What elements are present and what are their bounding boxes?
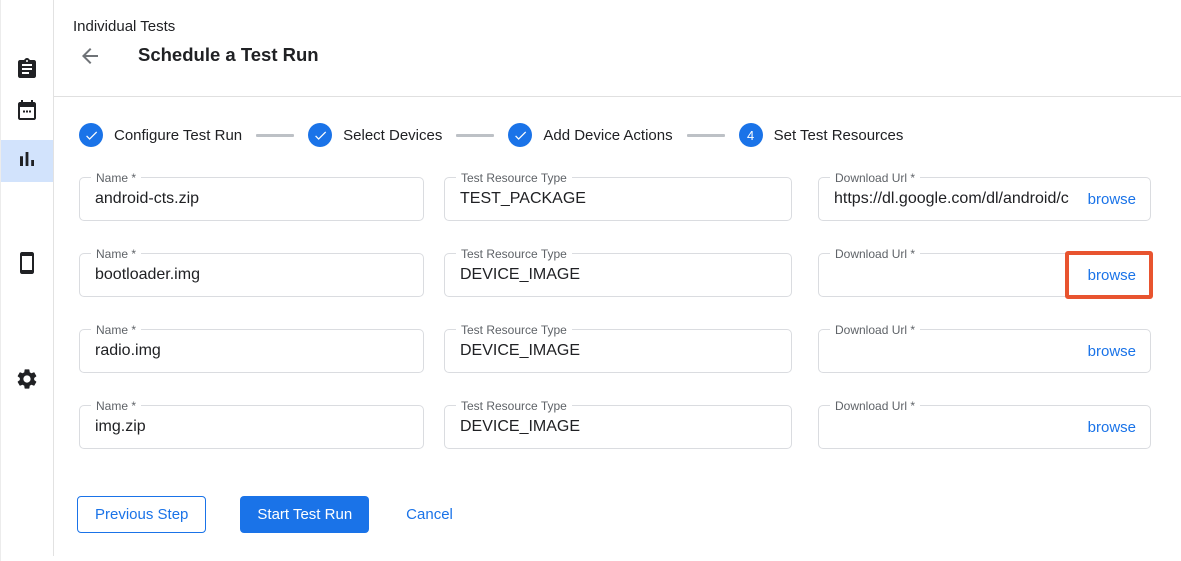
sidebar-item-test-plans[interactable] [1, 91, 53, 133]
step-label: Add Device Actions [543, 127, 672, 144]
name-field-value: bootloader.img [80, 266, 200, 284]
start-test-run-button[interactable]: Start Test Run [240, 496, 369, 533]
resource-type-field[interactable]: Test Resource Type DEVICE_IMAGE [444, 329, 792, 373]
download-url-label: Download Url * [830, 323, 920, 337]
browse-link[interactable]: browse [1088, 267, 1136, 284]
step-complete-check-icon [79, 123, 103, 147]
calendar-icon [15, 98, 39, 127]
sidebar [1, 0, 54, 556]
download-url-label: Download Url * [830, 247, 920, 261]
resource-type-label: Test Resource Type [456, 247, 572, 261]
resource-type-label: Test Resource Type [456, 323, 572, 337]
resource-type-value: DEVICE_IMAGE [445, 266, 580, 284]
smartphone-icon [15, 251, 39, 280]
step-number-badge: 4 [739, 123, 763, 147]
sidebar-item-settings[interactable] [1, 360, 53, 402]
cancel-button[interactable]: Cancel [406, 506, 453, 523]
step-select-devices[interactable]: Select Devices [308, 123, 442, 147]
sidebar-item-test-runs[interactable] [1, 140, 53, 182]
test-resources-form: Name * android-cts.zip Test Resource Typ… [79, 177, 1151, 449]
resource-type-field[interactable]: Test Resource Type TEST_PACKAGE [444, 177, 792, 221]
name-field[interactable]: Name * radio.img [79, 329, 424, 373]
download-url-field[interactable]: Download Url * browse [818, 405, 1151, 449]
step-connector [687, 134, 725, 137]
browse-link[interactable]: browse [1088, 419, 1136, 436]
breadcrumb: Individual Tests [73, 18, 175, 35]
arrow-back-icon [78, 55, 102, 72]
name-field-value: android-cts.zip [80, 190, 199, 208]
stepper: Configure Test Run Select Devices Add De… [79, 123, 903, 147]
resource-type-value: TEST_PACKAGE [445, 190, 586, 208]
name-field-value: radio.img [80, 342, 161, 360]
download-url-label: Download Url * [830, 399, 920, 413]
page-title: Schedule a Test Run [138, 44, 319, 66]
step-add-device-actions[interactable]: Add Device Actions [508, 123, 672, 147]
name-field[interactable]: Name * bootloader.img [79, 253, 424, 297]
header-divider [54, 96, 1181, 97]
step-complete-check-icon [308, 123, 332, 147]
sidebar-item-tests[interactable] [1, 50, 53, 92]
step-label: Configure Test Run [114, 127, 242, 144]
resource-type-field[interactable]: Test Resource Type DEVICE_IMAGE [444, 253, 792, 297]
browse-link[interactable]: browse [1088, 191, 1136, 208]
previous-step-button[interactable]: Previous Step [77, 496, 206, 533]
bar-chart-icon [15, 147, 39, 176]
resource-row: Name * radio.img Test Resource Type DEVI… [79, 329, 1151, 373]
download-url-label: Download Url * [830, 171, 920, 185]
step-configure-test-run[interactable]: Configure Test Run [79, 123, 242, 147]
resource-type-field[interactable]: Test Resource Type DEVICE_IMAGE [444, 405, 792, 449]
resource-row: Name * img.zip Test Resource Type DEVICE… [79, 405, 1151, 449]
name-field[interactable]: Name * img.zip [79, 405, 424, 449]
resource-type-label: Test Resource Type [456, 171, 572, 185]
browse-link[interactable]: browse [1088, 343, 1136, 360]
name-field[interactable]: Name * android-cts.zip [79, 177, 424, 221]
step-connector [256, 134, 294, 137]
name-field-label: Name * [91, 323, 141, 337]
download-url-field[interactable]: Download Url * browse [818, 253, 1151, 297]
action-bar: Previous Step Start Test Run Cancel [77, 496, 453, 533]
download-url-value: https://dl.google.com/dl/android/c [819, 190, 1080, 208]
name-field-label: Name * [91, 247, 141, 261]
download-url-field[interactable]: Download Url * browse [818, 329, 1151, 373]
name-field-label: Name * [91, 399, 141, 413]
clipboard-icon [15, 57, 39, 86]
step-connector [456, 134, 494, 137]
sidebar-item-devices[interactable] [1, 244, 53, 286]
step-complete-check-icon [508, 123, 532, 147]
resource-type-label: Test Resource Type [456, 399, 572, 413]
name-field-value: img.zip [80, 418, 146, 436]
back-button[interactable] [78, 44, 102, 68]
step-label: Set Test Resources [774, 127, 904, 144]
resource-type-value: DEVICE_IMAGE [445, 342, 580, 360]
download-url-field[interactable]: Download Url * https://dl.google.com/dl/… [818, 177, 1151, 221]
resource-row: Name * bootloader.img Test Resource Type… [79, 253, 1151, 297]
gear-icon [15, 367, 39, 396]
app-window: Individual Tests Schedule a Test Run Con… [0, 0, 1181, 561]
resource-type-value: DEVICE_IMAGE [445, 418, 580, 436]
name-field-label: Name * [91, 171, 141, 185]
resource-row: Name * android-cts.zip Test Resource Typ… [79, 177, 1151, 221]
step-set-test-resources[interactable]: 4 Set Test Resources [739, 123, 904, 147]
step-label: Select Devices [343, 127, 442, 144]
